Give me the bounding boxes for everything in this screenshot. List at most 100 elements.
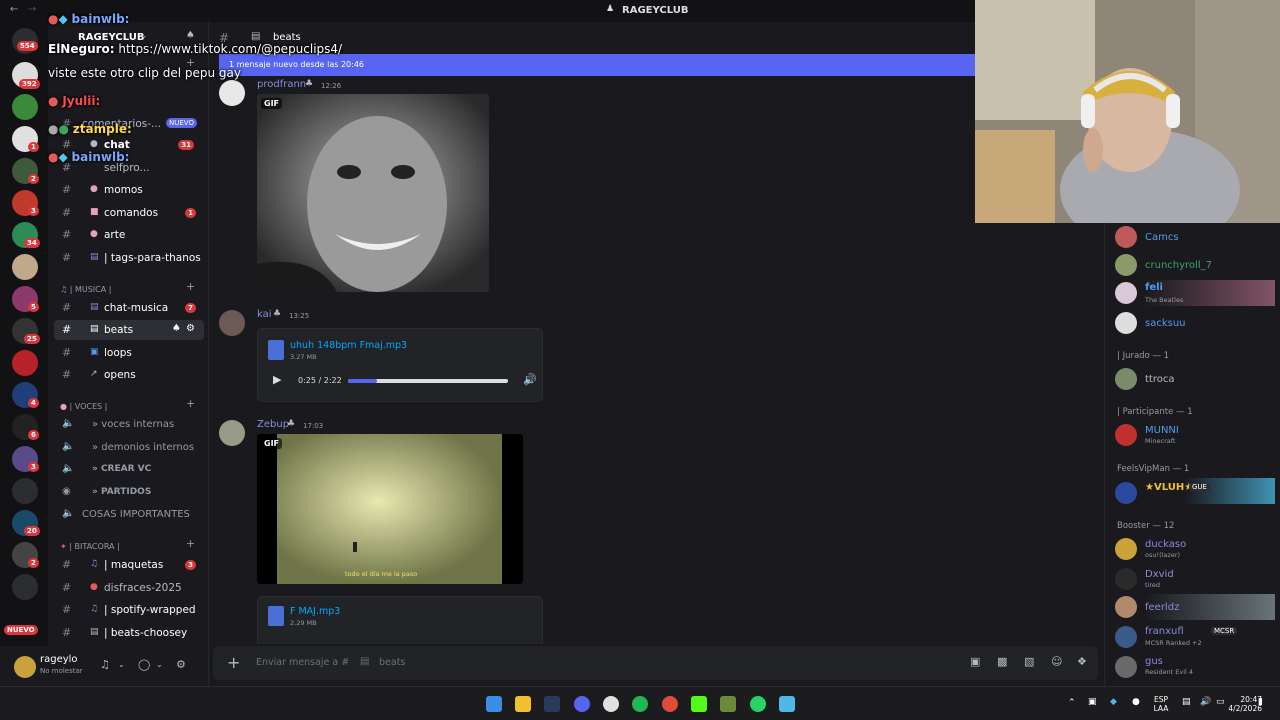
apps-icon[interactable]: ❖ — [1077, 655, 1087, 668]
notepad-icon[interactable] — [779, 696, 795, 712]
server-icon[interactable] — [12, 94, 38, 120]
gift-icon[interactable]: ▣ — [970, 655, 980, 668]
microphone-icon[interactable]: ● — [1132, 697, 1140, 707]
member-name[interactable]: Dxvid — [1145, 569, 1174, 580]
plus-icon[interactable]: + — [186, 397, 195, 410]
gear-icon[interactable]: ⚙ — [186, 323, 195, 334]
chevron-up-icon[interactable]: ⌃ — [1068, 698, 1076, 708]
channel-beats[interactable]: # ▤ beats ♠ ⚙ — [54, 320, 204, 340]
avatar[interactable] — [14, 656, 36, 678]
new-messages-bar[interactable]: 1 mensaje nuevo desde las 20:46 — [219, 54, 986, 76]
channel-arte[interactable]: # ● arte — [54, 225, 204, 245]
message-author[interactable]: prodfrann — [257, 79, 306, 90]
file-name[interactable]: uhuh 148bpm Fmaj.mp3 — [290, 340, 407, 351]
member-name[interactable]: crunchyroll_7 — [1145, 260, 1212, 271]
file-explorer-icon[interactable] — [515, 696, 531, 712]
category-musica[interactable]: ♫ | MUSICA | — [60, 285, 111, 294]
add-attachment-icon[interactable]: + — [227, 653, 240, 672]
plus-icon[interactable]: + — [186, 537, 195, 550]
avatar[interactable] — [1115, 282, 1137, 304]
message-author[interactable]: Zebup — [257, 419, 289, 430]
avatar[interactable] — [1115, 424, 1137, 446]
play-icon[interactable]: ▶ — [273, 373, 281, 386]
avatar[interactable] — [1115, 596, 1137, 618]
voice-voces-internas[interactable]: 🔈 » voces internas — [54, 415, 204, 435]
avatar[interactable] — [1115, 482, 1137, 504]
channel-opens[interactable]: # ↗ opens — [54, 365, 204, 385]
clock[interactable]: 20:47 4/2/2026 — [1212, 695, 1262, 713]
headphones-icon[interactable]: ◯ — [138, 658, 150, 671]
message-author[interactable]: kai — [257, 309, 272, 320]
avatar[interactable] — [1115, 656, 1137, 678]
back-arrow-icon[interactable]: ← — [10, 4, 18, 15]
notifications-icon[interactable]: ▮ — [1258, 697, 1263, 707]
member-name[interactable]: ttroca — [1145, 374, 1174, 385]
minecraft-icon[interactable] — [720, 696, 736, 712]
username[interactable]: rageylo — [40, 654, 78, 665]
gear-icon[interactable]: ⚙ — [176, 658, 186, 671]
server-icon[interactable] — [12, 574, 38, 600]
network-icon[interactable]: ▤ — [1182, 697, 1191, 707]
member-name[interactable]: MUNNI — [1145, 425, 1179, 436]
sticker-icon[interactable]: ▧ — [1024, 655, 1034, 668]
member-name[interactable]: ★VLUH★ — [1145, 482, 1193, 493]
channel-comandos[interactable]: # ■ comandos 1 — [54, 203, 204, 223]
voice-cosas-importantes[interactable]: 🔈 COSAS IMPORTANTES — [54, 505, 204, 525]
avatar[interactable] — [1115, 368, 1137, 390]
member-name[interactable]: Camcs — [1145, 232, 1179, 243]
channel-chat-musica[interactable]: # ▤ chat-musica 7 — [54, 298, 204, 318]
forward-arrow-icon[interactable]: → — [28, 4, 36, 15]
message-composer[interactable]: + Enviar mensaje a # ▤ beats ▣ ▩ ▧ ☺ ❖ — [213, 646, 1098, 680]
discord-icon[interactable] — [574, 696, 590, 712]
gif-icon[interactable]: ▩ — [997, 655, 1007, 668]
tray-icon[interactable]: ▣ — [1088, 697, 1097, 707]
avatar[interactable] — [1115, 226, 1137, 248]
volume-icon[interactable]: 🔊 — [1200, 697, 1211, 707]
member-name[interactable]: franxufl — [1145, 626, 1184, 637]
category-voces[interactable]: ● | VOCES | — [60, 402, 107, 411]
invite-icon[interactable]: ♠ — [172, 323, 181, 334]
voice-partidos[interactable]: ◉ » PARTIDOS — [54, 483, 204, 503]
voice-demonios-internos[interactable]: 🔈 » demonios internos — [54, 438, 204, 458]
steam-icon[interactable] — [544, 696, 560, 712]
avatar[interactable] — [1115, 254, 1137, 276]
channel-maquetas[interactable]: # ♫ | maquetas 3 — [54, 555, 204, 575]
avatar[interactable] — [1115, 568, 1137, 590]
category-bitacora[interactable]: ✦ | BITACORA | — [60, 542, 120, 551]
chrome-icon[interactable] — [662, 696, 678, 712]
plus-icon[interactable]: + — [186, 280, 195, 293]
channel-loops[interactable]: # ▣ loops — [54, 343, 204, 363]
channel-spotify-wrapped[interactable]: # ♫ | spotify-wrapped — [54, 600, 204, 620]
emoji-icon[interactable]: ☺ — [1051, 655, 1062, 668]
avatar[interactable] — [1115, 538, 1137, 560]
gif-embed[interactable]: GIF — [257, 94, 489, 292]
member-name[interactable]: feli — [1145, 282, 1163, 293]
voice-crear-vc[interactable]: 🔈 » CREAR VC — [54, 460, 204, 480]
member-name[interactable]: gus — [1145, 656, 1163, 667]
member-name[interactable]: duckaso — [1145, 539, 1186, 550]
channel-tags-para-thanos[interactable]: # ▤ | tags-para-thanos — [54, 248, 204, 268]
server-icon[interactable] — [12, 478, 38, 504]
channel-momos[interactable]: # ● momos — [54, 180, 204, 200]
microphone-icon[interactable]: ♫ — [100, 658, 110, 671]
spotify-icon[interactable] — [632, 696, 648, 712]
avatar[interactable] — [1115, 626, 1137, 648]
add-member-icon[interactable]: ♠ — [186, 30, 195, 41]
file-name[interactable]: F MAJ.mp3 — [290, 606, 340, 617]
tray-icon[interactable]: ◆ — [1110, 697, 1117, 707]
gif-embed[interactable]: GIF todo el día me la paso — [257, 434, 523, 584]
member-name[interactable]: sacksuu — [1145, 318, 1186, 329]
avatar[interactable] — [219, 310, 245, 336]
server-icon[interactable] — [12, 350, 38, 376]
kick-icon[interactable] — [691, 696, 707, 712]
seek-bar[interactable] — [348, 379, 508, 383]
chevron-down-icon[interactable]: ⌄ — [156, 660, 163, 669]
app-icon[interactable] — [603, 696, 619, 712]
chevron-down-icon[interactable]: ⌄ — [118, 660, 125, 669]
language-indicator[interactable]: ESP LAA — [1150, 695, 1172, 713]
avatar[interactable] — [219, 420, 245, 446]
member-name[interactable]: feerldz — [1145, 602, 1179, 613]
start-icon[interactable] — [486, 696, 502, 712]
avatar[interactable] — [219, 80, 245, 106]
server-icon[interactable] — [12, 254, 38, 280]
